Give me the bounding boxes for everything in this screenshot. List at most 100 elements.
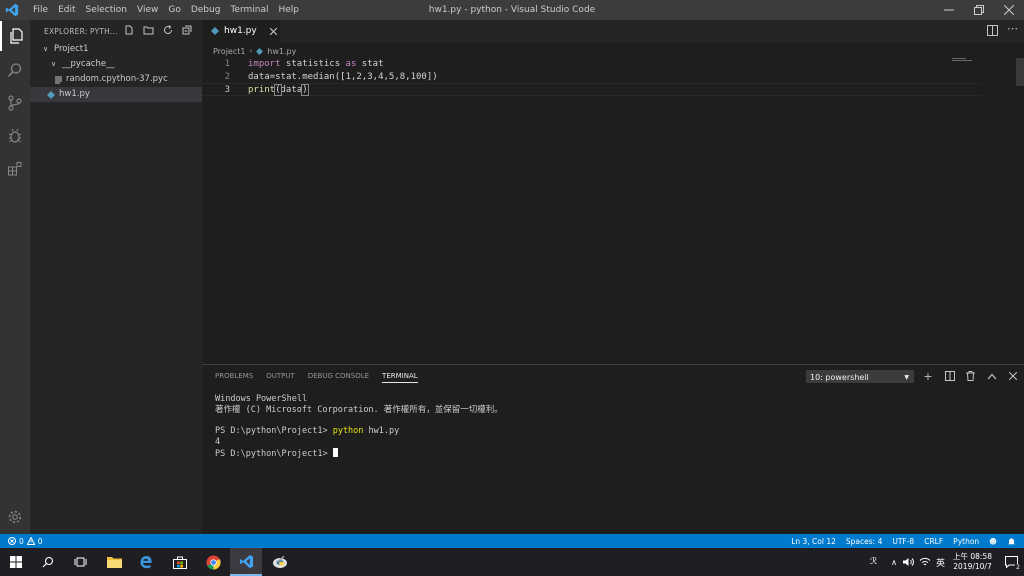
new-file-icon[interactable]	[124, 25, 134, 35]
new-folder-icon[interactable]	[143, 25, 154, 35]
source-control-activity[interactable]	[0, 88, 30, 118]
manage-activity[interactable]	[0, 502, 30, 532]
extensions-activity[interactable]	[0, 154, 30, 184]
volume-icon[interactable]	[902, 557, 915, 567]
language-status[interactable]: Python	[953, 537, 979, 546]
encoding-status[interactable]: UTF-8	[892, 537, 914, 546]
minimize-button[interactable]	[934, 0, 964, 20]
file-explorer-taskbar[interactable]	[98, 548, 130, 576]
menu-terminal[interactable]: Terminal	[225, 5, 273, 15]
warning-count: 0	[37, 536, 43, 546]
network-icon[interactable]	[919, 557, 931, 567]
close-window-button[interactable]	[994, 0, 1024, 20]
explorer-title: EXPLORER: PYTH...	[44, 26, 118, 36]
vertical-scrollbar[interactable]	[1016, 58, 1024, 86]
editor-tab-bar: hw1.py ⋯	[202, 20, 1024, 42]
debug-activity[interactable]	[0, 121, 30, 151]
gear-icon	[8, 510, 22, 524]
minimize-icon	[944, 9, 954, 11]
terminal-select[interactable]: 10: powershell ▼	[806, 370, 914, 383]
tab-label: hw1.py	[224, 26, 257, 36]
breadcrumb-project1[interactable]: Project1	[213, 47, 245, 56]
folder-icon	[106, 557, 122, 568]
minimap[interactable]	[952, 58, 972, 62]
store-taskbar[interactable]	[164, 548, 196, 576]
menu-go[interactable]: Go	[163, 5, 185, 15]
bell-icon[interactable]	[1007, 537, 1016, 546]
explorer-sidebar: EXPLORER: PYTH... ∨ Project1 ∨ __pycache…	[30, 20, 202, 534]
chevron-down-icon: ▼	[904, 374, 909, 381]
notification-count-badge: 2	[1015, 564, 1021, 571]
store-bag-icon	[173, 556, 187, 569]
maximize-panel-icon[interactable]	[986, 370, 998, 382]
menu-file[interactable]: File	[28, 5, 53, 15]
chrome-taskbar[interactable]	[197, 548, 229, 576]
chevron-down-icon: ∨	[43, 45, 49, 53]
python-file-icon	[256, 47, 264, 55]
tab-output[interactable]: OUTPUT	[266, 372, 295, 380]
search-activity[interactable]	[0, 55, 30, 85]
python-file-icon	[211, 27, 219, 35]
problems-status[interactable]: 0 0	[8, 534, 43, 548]
collapse-all-icon[interactable]	[182, 25, 192, 35]
new-terminal-icon[interactable]: +	[922, 370, 934, 383]
menu-debug[interactable]: Debug	[186, 5, 226, 15]
vscode-logo-icon	[239, 554, 253, 568]
tab-hw1-py[interactable]: hw1.py	[202, 20, 280, 42]
close-icon[interactable]	[270, 27, 277, 35]
eol-status[interactable]: CRLF	[924, 537, 943, 546]
terminal-line: Windows PowerShell	[215, 394, 308, 404]
cursor-position-status[interactable]: Ln 3, Col 12	[791, 537, 836, 546]
people-icon[interactable]: ℛ	[870, 557, 877, 567]
menu-help[interactable]: Help	[273, 5, 304, 15]
action-center-button[interactable]: 2	[998, 548, 1024, 576]
status-bar: 0 0 Ln 3, Col 12 Spaces: 4 UTF-8 CRLF Py…	[0, 534, 1024, 548]
code-editor[interactable]: 1 import statistics as stat 2 data=stat.…	[202, 58, 982, 96]
error-icon	[8, 537, 16, 545]
tree-item-random-pyc[interactable]: random.cpython-37.pyc	[30, 72, 202, 87]
split-terminal-icon[interactable]	[944, 370, 956, 382]
vscode-taskbar[interactable]	[230, 548, 262, 576]
menu-selection[interactable]: Selection	[81, 5, 132, 15]
python-idle-taskbar[interactable]	[264, 548, 296, 576]
line-number: 1	[224, 59, 230, 69]
tree-item-pycache[interactable]: ∨ __pycache__	[30, 57, 202, 72]
refresh-icon[interactable]	[163, 25, 173, 35]
error-count: 0	[19, 536, 24, 546]
restore-icon	[974, 5, 984, 15]
edge-taskbar[interactable]	[130, 548, 162, 576]
start-button[interactable]	[0, 548, 32, 576]
clock-time: 上午 08:58	[953, 552, 992, 561]
ime-indicator[interactable]: 英	[936, 556, 945, 569]
breadcrumb-hw1-py[interactable]: hw1.py	[267, 47, 296, 56]
tab-problems[interactable]: PROBLEMS	[215, 372, 253, 380]
split-editor-icon	[987, 25, 998, 36]
explorer-activity[interactable]	[0, 21, 30, 51]
terminal-line: PS D:\python\Project1> python hw1.py	[215, 426, 400, 437]
line-number: 2	[224, 71, 230, 82]
tree-item-project1[interactable]: ∨ Project1	[30, 42, 202, 57]
tab-debug-console[interactable]: DEBUG CONSOLE	[308, 372, 369, 380]
terminal-line: 著作權 (C) Microsoft Corporation. 著作權所有，並保留…	[215, 404, 503, 415]
chevron-up-icon[interactable]: ∧	[891, 558, 897, 567]
source-control-icon	[8, 95, 22, 111]
task-view-button[interactable]	[64, 548, 96, 576]
restore-button[interactable]	[964, 0, 994, 20]
tree-item-hw1-py[interactable]: hw1.py	[30, 87, 202, 102]
editor-area: hw1.py ⋯ Project1 › hw1.py 1 import stat…	[202, 20, 1024, 363]
tab-terminal[interactable]: TERMINAL	[382, 372, 418, 383]
task-view-icon	[74, 557, 86, 567]
clock[interactable]: 上午 08:58 2019/10/7	[953, 552, 992, 572]
trash-icon[interactable]	[964, 370, 976, 382]
smiley-feedback-icon[interactable]: ☻	[989, 537, 997, 546]
menu-edit[interactable]: Edit	[53, 5, 80, 15]
taskbar-search-button[interactable]	[32, 548, 64, 576]
vscode-logo-icon	[5, 3, 19, 17]
split-editor-button[interactable]	[987, 25, 998, 39]
terminal-output[interactable]: Windows PowerShell 著作權 (C) Microsoft Cor…	[215, 394, 503, 459]
more-actions-icon[interactable]: ⋯	[1007, 22, 1018, 35]
close-panel-icon[interactable]	[1007, 370, 1019, 382]
menu-view[interactable]: View	[132, 5, 163, 15]
terminal-cursor	[332, 447, 338, 457]
indentation-status[interactable]: Spaces: 4	[846, 537, 882, 546]
